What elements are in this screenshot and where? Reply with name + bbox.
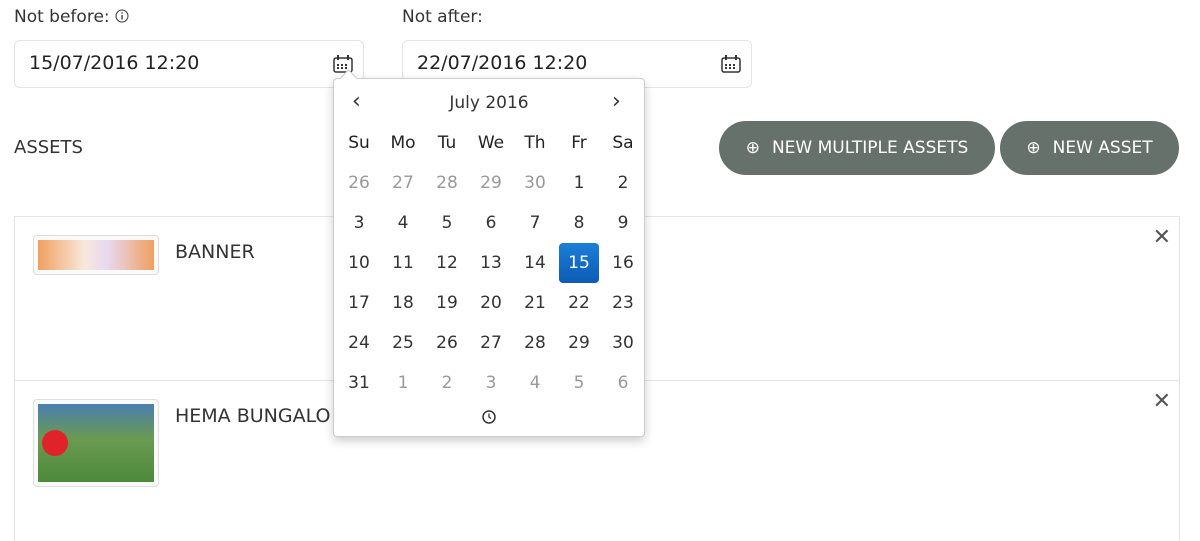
day-cell[interactable]: 26 xyxy=(339,163,379,203)
day-cell[interactable]: 14 xyxy=(515,243,555,283)
close-icon[interactable]: ✕ xyxy=(1153,389,1171,414)
day-cell[interactable]: 20 xyxy=(471,283,511,323)
day-cell[interactable]: 24 xyxy=(339,323,379,363)
weekday-header: Tu xyxy=(437,133,457,153)
day-cell[interactable]: 4 xyxy=(515,363,555,403)
asset-thumbnail xyxy=(33,235,159,275)
datepicker-popup: ‹ July 2016 › Su Mo Tu We Th Fr Sa 26 27 28 29 30 1 2… xyxy=(333,78,645,437)
plus-circle-icon: ⊕ xyxy=(1026,138,1041,158)
day-cell[interactable]: 30 xyxy=(515,163,555,203)
day-cell[interactable]: 28 xyxy=(427,163,467,203)
weekday-header: Th xyxy=(524,133,546,153)
day-cell[interactable]: 27 xyxy=(471,323,511,363)
day-cell[interactable]: 29 xyxy=(559,323,599,363)
day-cell[interactable]: 21 xyxy=(515,283,555,323)
not-after-label: Not after: xyxy=(402,7,483,27)
calendar-icon[interactable] xyxy=(721,55,741,73)
day-cell[interactable]: 4 xyxy=(383,203,423,243)
day-cell[interactable]: 8 xyxy=(559,203,599,243)
day-cell[interactable]: 1 xyxy=(559,163,599,203)
weekday-header: Mo xyxy=(390,133,416,153)
day-cell[interactable]: 13 xyxy=(471,243,511,283)
day-cell[interactable]: 11 xyxy=(383,243,423,283)
month-title[interactable]: July 2016 xyxy=(334,93,644,113)
asset-name: BANNER xyxy=(175,241,255,263)
day-cell[interactable]: 7 xyxy=(515,203,555,243)
day-cell[interactable]: 31 xyxy=(339,363,379,403)
day-cell[interactable]: 22 xyxy=(559,283,599,323)
day-cell[interactable]: 25 xyxy=(383,323,423,363)
info-icon[interactable] xyxy=(115,9,129,23)
weekday-header: Fr xyxy=(571,133,587,153)
day-cell[interactable]: 29 xyxy=(471,163,511,203)
new-asset-button[interactable]: ⊕ NEW ASSET xyxy=(1000,121,1179,175)
day-cell[interactable]: 3 xyxy=(339,203,379,243)
not-before-input[interactable]: 15/07/2016 12:20 xyxy=(14,40,364,88)
day-cell[interactable]: 2 xyxy=(603,163,643,203)
day-cell[interactable]: 18 xyxy=(383,283,423,323)
day-cell[interactable]: 28 xyxy=(515,323,555,363)
asset-name: HEMA BUNGALO xyxy=(175,405,331,427)
day-cell[interactable]: 1 xyxy=(383,363,423,403)
new-multiple-assets-button[interactable]: ⊕ NEW MULTIPLE ASSETS xyxy=(719,121,995,175)
day-cell[interactable]: 27 xyxy=(383,163,423,203)
not-before-label: Not before: xyxy=(14,7,129,27)
asset-thumbnail xyxy=(33,399,159,487)
day-cell[interactable]: 6 xyxy=(603,363,643,403)
day-cell[interactable]: 19 xyxy=(427,283,467,323)
weekday-header: We xyxy=(477,133,505,153)
day-cell[interactable]: 17 xyxy=(339,283,379,323)
day-cell[interactable]: 9 xyxy=(603,203,643,243)
weekday-header: Su xyxy=(348,133,370,153)
weekday-header: Sa xyxy=(612,133,634,153)
calendar-grid: Su Mo Tu We Th Fr Sa 26 27 28 29 30 1 2 3 4 5 6 7 8 9 10 11 12 1… xyxy=(337,123,645,403)
day-cell[interactable]: 3 xyxy=(471,363,511,403)
day-cell[interactable]: 5 xyxy=(559,363,599,403)
day-cell[interactable]: 2 xyxy=(427,363,467,403)
plus-circle-icon: ⊕ xyxy=(745,138,760,158)
day-cell[interactable]: 10 xyxy=(339,243,379,283)
day-cell[interactable]: 12 xyxy=(427,243,467,283)
day-cell[interactable]: 23 xyxy=(603,283,643,323)
day-cell[interactable]: 16 xyxy=(603,243,643,283)
day-cell[interactable]: 5 xyxy=(427,203,467,243)
day-cell[interactable]: 30 xyxy=(603,323,643,363)
assets-title: ASSETS xyxy=(14,137,83,158)
day-cell[interactable]: 6 xyxy=(471,203,511,243)
next-month-button[interactable]: › xyxy=(612,89,621,114)
day-cell[interactable]: 15 xyxy=(559,243,599,283)
day-cell[interactable]: 26 xyxy=(427,323,467,363)
clock-icon[interactable] xyxy=(482,410,496,424)
close-icon[interactable]: ✕ xyxy=(1153,225,1171,250)
